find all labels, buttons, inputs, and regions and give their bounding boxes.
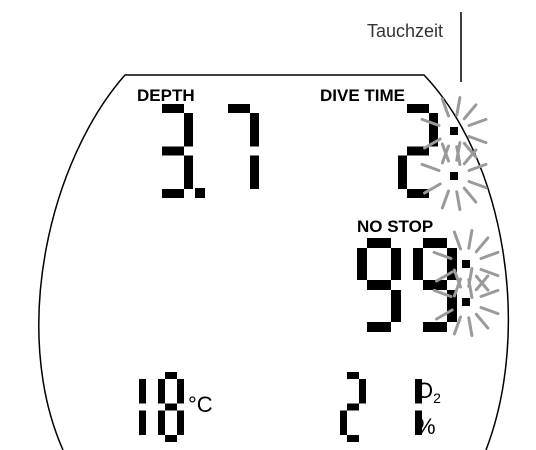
segment-e	[340, 410, 347, 435]
blink-ray	[467, 162, 488, 173]
segment-d	[165, 435, 177, 442]
segment-f	[357, 248, 367, 280]
segment-b	[359, 379, 366, 404]
segment-a	[347, 372, 359, 379]
segment-b	[177, 379, 184, 404]
blink-ray	[479, 267, 500, 278]
segment-a	[407, 104, 429, 113]
blink-ray	[423, 182, 442, 195]
temperature-unit: °C	[188, 392, 213, 417]
blink-ray	[479, 305, 500, 316]
segment-a	[423, 238, 447, 248]
colon-dot	[462, 298, 470, 306]
o2-label: O2	[416, 378, 441, 406]
blink-ray	[467, 267, 474, 288]
segment-d	[347, 435, 359, 442]
blink-ray	[452, 230, 463, 251]
blink-ray	[474, 312, 490, 330]
blink-ray	[467, 229, 474, 250]
segment-d	[367, 322, 391, 332]
segment-b	[184, 113, 193, 147]
blink-ray	[479, 250, 500, 261]
blink-ray	[462, 103, 478, 121]
segment-c	[250, 155, 259, 189]
segment-d	[423, 322, 447, 332]
blink-ray	[467, 117, 488, 128]
segment-g	[347, 403, 359, 411]
o2-value	[340, 372, 422, 442]
segment-g	[162, 146, 184, 156]
colon-dot	[450, 127, 458, 135]
segment-g	[423, 280, 447, 290]
blink-ray	[455, 96, 462, 117]
blink-ray	[467, 316, 474, 337]
annotation-label: Tauchzeit	[367, 21, 443, 41]
temperature-value	[139, 372, 184, 442]
blink-ray	[467, 134, 488, 145]
decimal-point	[195, 188, 205, 198]
colon-dot	[450, 172, 458, 180]
segment-a	[162, 104, 184, 113]
blink-ray	[420, 162, 441, 173]
segment-g	[165, 403, 177, 411]
blink-ray	[455, 190, 462, 211]
blink-ray	[474, 236, 490, 254]
segment-c	[391, 290, 401, 322]
blink-ray	[479, 288, 500, 299]
segment-f	[158, 379, 165, 404]
segment-b	[250, 113, 259, 147]
segment-b	[391, 248, 401, 280]
segment-a	[367, 238, 391, 248]
dive-computer-display: Tauchzeit DEPTH DIVE TIME NO STOP °C O2 …	[38, 12, 510, 450]
blink-ray	[440, 189, 451, 210]
segment-e	[158, 410, 165, 435]
o2-unit: %	[416, 414, 436, 439]
blink-ray	[467, 179, 488, 190]
segment-c	[177, 410, 184, 435]
segment-b	[139, 379, 146, 404]
segment-a	[165, 372, 177, 379]
segment-f	[413, 248, 423, 280]
segment-c	[184, 155, 193, 189]
colon-dot	[462, 260, 470, 268]
dive-time-value	[398, 104, 438, 198]
dive-time-label: DIVE TIME	[320, 86, 405, 105]
blink-ray	[462, 186, 478, 204]
depth-value	[162, 104, 259, 198]
segment-e	[398, 155, 407, 189]
no-stop-label: NO STOP	[357, 217, 433, 236]
depth-label: DEPTH	[137, 86, 195, 105]
segment-g	[367, 280, 391, 290]
segment-d	[162, 189, 184, 198]
segment-a	[228, 104, 250, 113]
no-stop-value	[357, 238, 457, 332]
segment-c	[139, 410, 146, 435]
